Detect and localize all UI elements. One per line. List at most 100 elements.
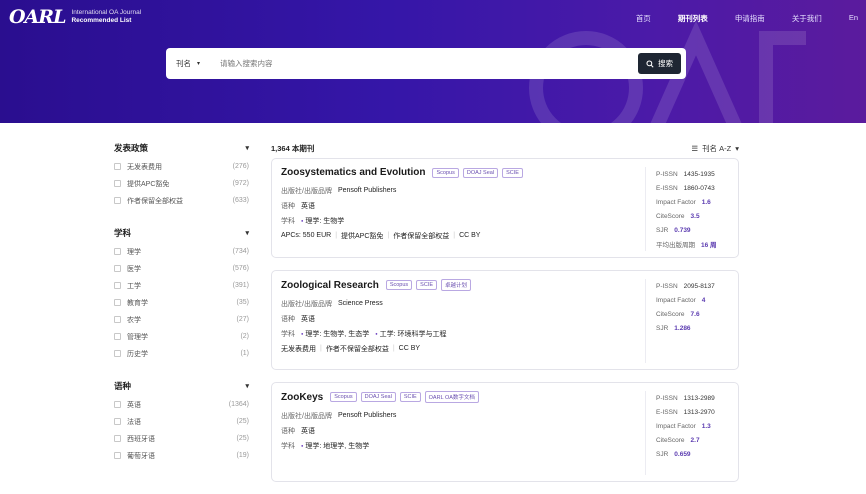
- metric-value: 0.739: [674, 226, 691, 234]
- metric-row: Impact Factor 1.6: [656, 195, 737, 209]
- metric-value: 7.6: [690, 310, 700, 318]
- checkbox[interactable]: [114, 435, 121, 442]
- policy-item: 提供APC豁免: [341, 232, 384, 240]
- filter-option[interactable]: 作者保留全部权益 (633): [114, 192, 249, 209]
- journal-title[interactable]: ZooKeys: [281, 392, 323, 403]
- filter-option[interactable]: 管理学 (2): [114, 328, 249, 345]
- metric-row: Impact Factor 4: [656, 293, 737, 307]
- checkbox[interactable]: [114, 265, 121, 272]
- filter-section-header[interactable]: 语种 ▾: [114, 376, 249, 396]
- publisher-label: 出版社/出版品牌: [281, 412, 332, 420]
- checkbox[interactable]: [114, 248, 121, 255]
- publisher-line: 出版社/出版品牌 Pensoft Publishers: [281, 183, 611, 198]
- journal-card: Zoosystematics and Evolution Scopus DOAJ S…: [271, 158, 739, 258]
- bullet-icon: ●: [301, 218, 304, 223]
- metric-label: P-ISSN: [656, 170, 678, 178]
- journal-info: Zoosystematics and Evolution Scopus DOAJ S…: [281, 167, 611, 243]
- filter-option[interactable]: 法语 (25): [114, 413, 249, 430]
- filter-option-label: 法语: [127, 418, 141, 426]
- checkbox[interactable]: [114, 163, 121, 170]
- metric-label: E-ISSN: [656, 408, 678, 416]
- checkbox[interactable]: [114, 418, 121, 425]
- language-value: 英语: [301, 427, 315, 435]
- filter-option-label: 西班牙语: [127, 435, 155, 443]
- checkbox[interactable]: [114, 180, 121, 187]
- filter-option-label: 无发表费用: [127, 163, 162, 171]
- filter-option-label: 农学: [127, 316, 141, 324]
- metric-value: 1860-0743: [683, 184, 715, 192]
- checkbox[interactable]: [114, 299, 121, 306]
- metric-value: 1.6: [701, 198, 711, 206]
- filter-option-label: 历史学: [127, 350, 148, 358]
- journal-title[interactable]: Zoosystematics and Evolution: [281, 167, 425, 178]
- metric-label: CiteScore: [656, 310, 685, 318]
- metric-row: Impact Factor 1.3: [656, 419, 737, 433]
- index-badge: Scopus: [385, 280, 413, 290]
- metric-label: 平均出版周期: [656, 242, 695, 249]
- search-input[interactable]: [216, 59, 638, 68]
- chevron-down-icon: ▾: [245, 383, 249, 390]
- policy-item: APCs: 550 EUR: [281, 232, 332, 239]
- bullet-icon: ●: [375, 331, 378, 336]
- filter-option[interactable]: 西班牙语 (25): [114, 430, 249, 447]
- checkbox[interactable]: [114, 401, 121, 408]
- journal-card: Zoological Research Scopus SCIE 卓越计划 出版社/出版品…: [271, 270, 739, 370]
- filter-option[interactable]: 理学 (734): [114, 243, 249, 260]
- metric-value: 1435-1935: [683, 170, 715, 178]
- checkbox[interactable]: [114, 197, 121, 204]
- search-category-select[interactable]: 刊名 ▾: [166, 58, 216, 69]
- filter-option[interactable]: 提供APC豁免 (972): [114, 175, 249, 192]
- filter-option[interactable]: 工学 (391): [114, 277, 249, 294]
- result-count: 1,364 本期刊: [271, 143, 315, 153]
- nav-item[interactable]: En: [849, 13, 858, 24]
- publisher-line: 出版社/出版品牌 Pensoft Publishers: [281, 408, 611, 423]
- journal-title[interactable]: Zoological Research: [281, 280, 379, 291]
- filter-option-label: 管理学: [127, 333, 148, 341]
- metric-value: 2.7: [690, 436, 700, 444]
- subject-value: 理学: 地理学, 生物学: [305, 442, 370, 450]
- search-button[interactable]: 搜索: [638, 53, 681, 74]
- publisher-value: Pensoft Publishers: [337, 187, 397, 194]
- separator: |: [453, 232, 456, 239]
- nav-item[interactable]: 首页: [636, 13, 651, 24]
- filter-option-label: 英语: [127, 401, 141, 409]
- metric-row: CiteScore 3.5: [656, 209, 737, 223]
- filter-option-count: (27): [236, 316, 249, 323]
- filter-option[interactable]: 英语 (1364): [114, 396, 249, 413]
- nav-item[interactable]: 关于我们: [792, 13, 822, 24]
- checkbox[interactable]: [114, 350, 121, 357]
- filter-option-count: (1364): [228, 401, 249, 408]
- index-badge: DOAJ Seal: [462, 167, 499, 178]
- separator: |: [387, 232, 390, 239]
- search-button-label: 搜索: [658, 59, 673, 68]
- chevron-down-icon: ▾: [197, 61, 201, 67]
- filter-option[interactable]: 无发表费用 (276): [114, 158, 249, 175]
- logo-text: International OA Journal Recommended Lis…: [71, 9, 141, 25]
- filter-option[interactable]: 历史学 (1): [114, 345, 249, 362]
- subject-label: 学科: [281, 442, 295, 450]
- checkbox[interactable]: [114, 316, 121, 323]
- journal-card: ZooKeys Scopus DOAJ Seal SCIE OARL OA数字文档 出版社…: [271, 382, 739, 482]
- filter-option-count: (633): [232, 197, 249, 204]
- filter-option-count: (734): [232, 248, 249, 255]
- checkbox[interactable]: [114, 333, 121, 340]
- filter-section-header[interactable]: 发表政策 ▾: [114, 138, 249, 158]
- filter-section-header[interactable]: 学科 ▾: [114, 223, 249, 243]
- subject-label: 学科: [281, 330, 295, 338]
- publisher-label: 出版社/出版品牌: [281, 300, 332, 308]
- site-logo[interactable]: OARL International OA Journal Recommende…: [9, 6, 141, 28]
- language-label: 语种: [281, 427, 295, 435]
- filter-option[interactable]: 农学 (27): [114, 311, 249, 328]
- filter-option-count: (1): [240, 350, 249, 357]
- filter-option[interactable]: 医学 (576): [114, 260, 249, 277]
- filter-option[interactable]: 教育学 (35): [114, 294, 249, 311]
- hero-banner: OARL International OA Journal Recommende…: [0, 0, 866, 123]
- metric-label: P-ISSN: [656, 394, 678, 402]
- sort-dropdown[interactable]: ☰ 刊名 A-Z ▾: [691, 143, 739, 154]
- subject-value: 工学: 环境科学与工程: [379, 330, 447, 338]
- nav-item[interactable]: 申请指南: [735, 13, 765, 24]
- nav-item[interactable]: 期刊列表: [678, 13, 708, 24]
- filter-option-count: (2): [240, 333, 249, 340]
- logo-line2: Recommended List: [71, 17, 132, 24]
- checkbox[interactable]: [114, 282, 121, 289]
